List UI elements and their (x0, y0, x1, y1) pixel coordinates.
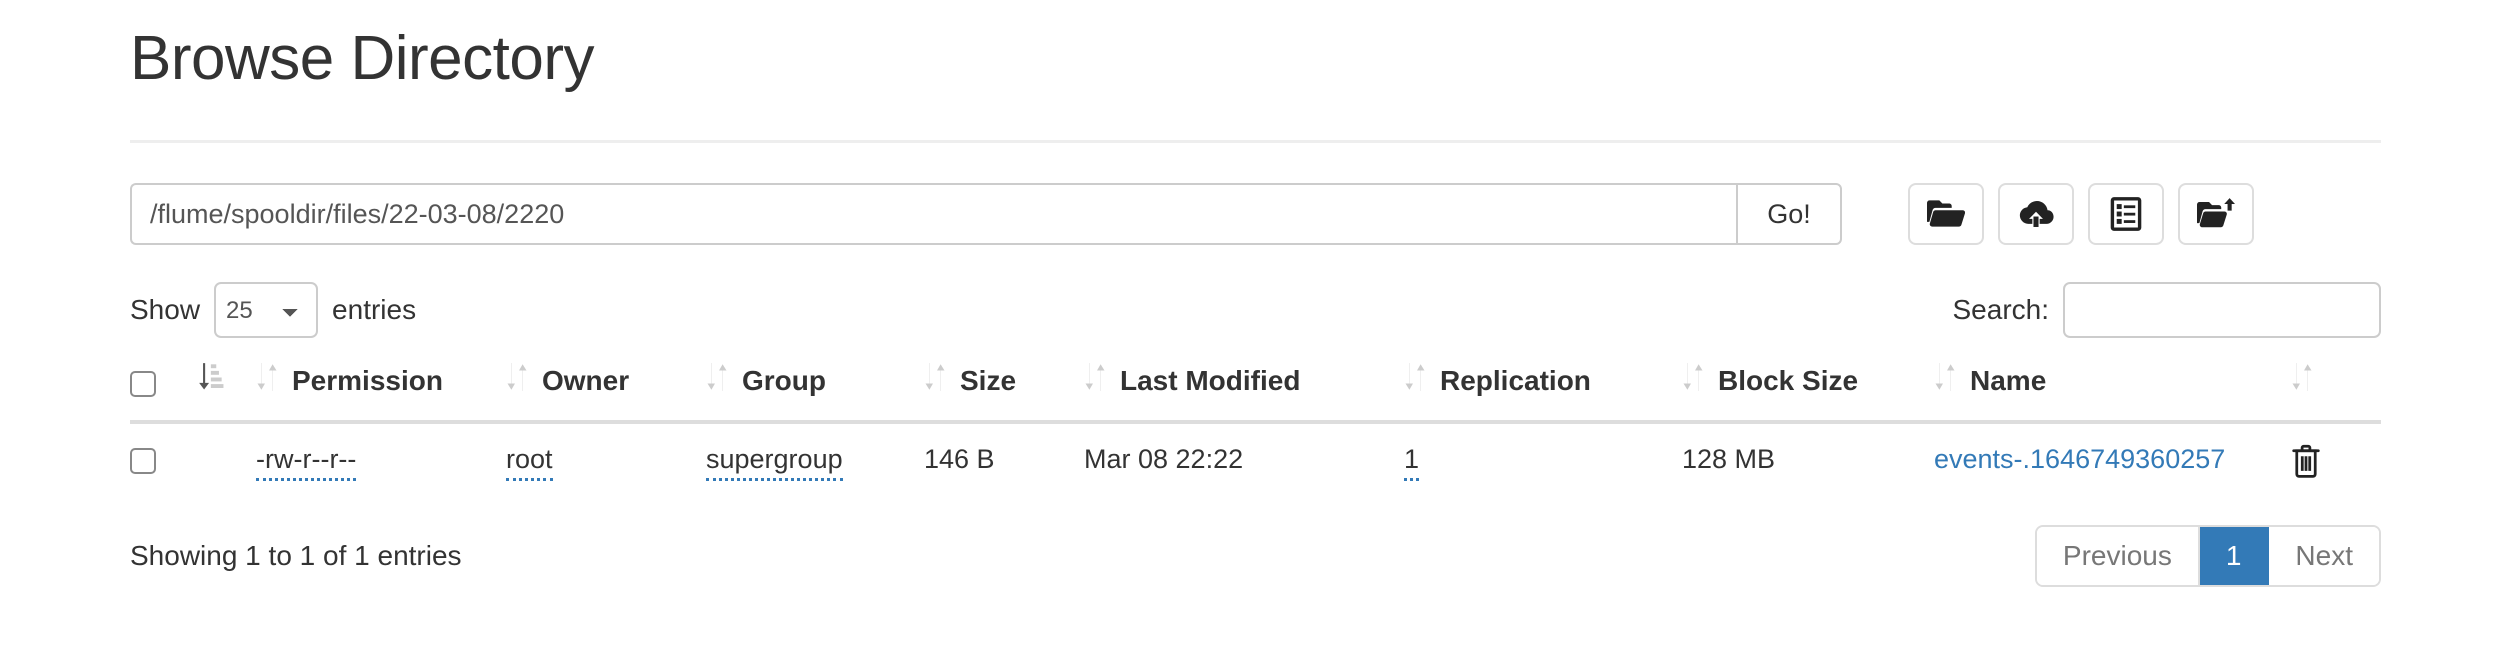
cell-name: events-.1646749360257 (1934, 422, 2291, 507)
page-title: Browse Directory (130, 24, 595, 93)
header-replication[interactable]: Replication (1404, 353, 1682, 424)
header-group[interactable]: Group (706, 353, 924, 424)
title-divider (130, 140, 2381, 143)
table-info: Showing 1 to 1 of 1 entries (130, 540, 462, 571)
cell-owner: root (506, 422, 706, 507)
entries-label: entries (332, 294, 417, 325)
folder-move-icon (2197, 198, 2235, 230)
select-all-checkbox[interactable] (130, 370, 156, 397)
row-checkbox[interactable] (130, 447, 156, 474)
header-label: Owner (542, 364, 630, 396)
permission-editable[interactable]: -rw-r--r-- (256, 444, 357, 481)
path-toolbar: Go! (130, 183, 2381, 245)
header-last-modified[interactable]: Last Modified (1084, 353, 1404, 424)
sort-both-icon (924, 363, 946, 398)
header-sort-order[interactable] (198, 353, 256, 424)
snapshot-button[interactable] (2088, 183, 2164, 245)
upload-files-button[interactable] (1998, 183, 2074, 245)
cell-group: supergroup (706, 422, 924, 507)
directory-path-input[interactable] (130, 183, 1736, 245)
header-label: Replication (1440, 364, 1591, 396)
group-editable[interactable]: supergroup (706, 444, 843, 481)
header-label: Last Modified (1120, 364, 1301, 396)
cloud-upload-icon (2017, 198, 2055, 230)
pagination: Previous 1 Next (2034, 525, 2381, 587)
go-button[interactable]: Go! (1736, 183, 1842, 245)
header-delete[interactable] (2291, 353, 2381, 424)
cell-block-size: 128 MB (1682, 444, 1776, 474)
cell-size: 146 B (924, 444, 995, 474)
table-controls: Show 25 entries Search: (130, 281, 2381, 339)
delete-file-button[interactable] (2291, 444, 2321, 481)
file-listing-table: Permission Owner Group Size Last Modifie… (130, 353, 2381, 507)
sort-both-icon (1084, 363, 1106, 398)
sort-both-icon (1404, 363, 1426, 398)
header-label: Size (960, 364, 1017, 396)
trash-icon (2291, 444, 2321, 481)
header-name[interactable]: Name (1934, 353, 2291, 424)
search-input[interactable] (2063, 282, 2381, 338)
list-alt-icon (2110, 197, 2142, 231)
sort-both-icon (506, 363, 528, 398)
row-select-cell (130, 422, 198, 507)
table-footer: Showing 1 to 1 of 1 entries Previous 1 N… (130, 525, 2381, 587)
header-select-all (130, 353, 198, 424)
directory-actions (1908, 183, 2254, 245)
sort-both-icon (1682, 363, 1704, 398)
page-length-select[interactable]: 25 (214, 282, 319, 338)
header-block-size[interactable]: Block Size (1682, 353, 1934, 424)
pagination-page-1[interactable]: 1 (2199, 527, 2270, 585)
owner-editable[interactable]: root (506, 444, 553, 481)
create-directory-button[interactable] (1908, 183, 1984, 245)
sort-both-icon (1934, 363, 1956, 398)
page-length-control: Show 25 entries (130, 282, 416, 338)
sort-amount-desc-icon (198, 363, 224, 397)
table-row: -rw-r--r-- root supergroup 146 B Mar 08 … (130, 422, 2381, 507)
cell-last-modified: Mar 08 22:22 (1084, 444, 1244, 474)
cell-permission: -rw-r--r-- (256, 422, 506, 507)
sort-both-icon (256, 363, 278, 398)
cell-replication: 1 (1404, 422, 1682, 507)
header-label: Block Size (1718, 364, 1859, 396)
search-control: Search: (1952, 282, 2381, 338)
header-label: Permission (292, 364, 443, 396)
header-label: Group (742, 364, 826, 396)
folder-open-icon (1927, 198, 1965, 230)
header-label: Name (1970, 364, 2047, 396)
path-input-group: Go! (130, 183, 1842, 245)
sort-both-icon (706, 363, 728, 398)
header-permission[interactable]: Permission (256, 353, 506, 424)
show-label: Show (130, 294, 201, 325)
cell-delete (2291, 422, 2381, 507)
pagination-next[interactable]: Next (2269, 527, 2379, 585)
cut-paste-button[interactable] (2178, 183, 2254, 245)
pagination-previous[interactable]: Previous (2036, 527, 2200, 585)
search-label: Search: (1952, 294, 2050, 325)
header-owner[interactable]: Owner (506, 353, 706, 424)
replication-editable[interactable]: 1 (1404, 444, 1420, 481)
sort-both-icon (2291, 363, 2313, 397)
header-size[interactable]: Size (924, 353, 1084, 424)
row-sort-cell (198, 422, 256, 507)
table-header-row: Permission Owner Group Size Last Modifie… (130, 353, 2381, 424)
file-name-link[interactable]: events-.1646749360257 (1934, 444, 2225, 474)
browse-directory-page: Browse Directory Go! (0, 0, 2511, 587)
